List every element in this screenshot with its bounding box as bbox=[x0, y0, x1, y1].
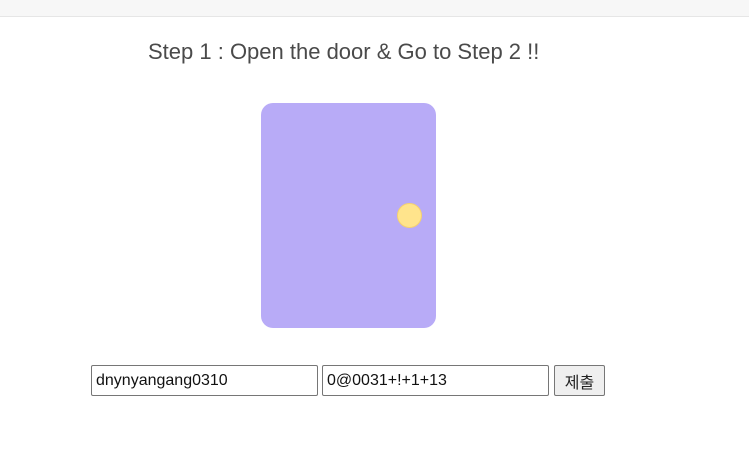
door-knob[interactable] bbox=[397, 203, 422, 228]
page-heading: Step 1 : Open the door & Go to Step 2 !! bbox=[148, 39, 540, 64]
password-input[interactable] bbox=[322, 365, 549, 396]
door[interactable] bbox=[261, 103, 436, 328]
id-input[interactable] bbox=[91, 365, 318, 396]
submit-button[interactable]: 제출 bbox=[554, 365, 605, 396]
browser-top-bar bbox=[0, 0, 749, 17]
